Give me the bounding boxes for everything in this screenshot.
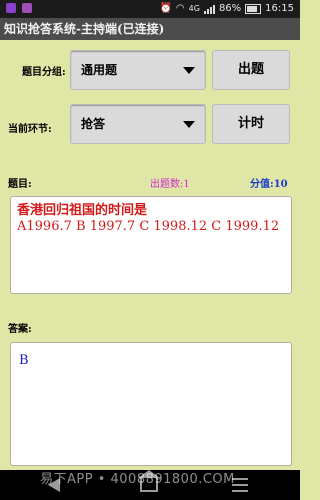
question-panel: 香港回归祖国的时间是 A1996.7 B 1997.7 C 1998.12 C …	[10, 196, 292, 294]
chevron-down-icon	[183, 67, 195, 74]
stage-label: 当前环节:	[8, 124, 52, 135]
battery-icon	[245, 3, 262, 14]
answer-panel: B	[10, 342, 292, 466]
question-text: 香港回归祖国的时间是 A1996.7 B 1997.7 C 1998.12 C …	[17, 203, 282, 235]
notification-icons	[6, 3, 32, 13]
score-value: 分值:10	[250, 179, 288, 190]
group-select-value: 通用题	[81, 63, 118, 77]
timer-button[interactable]: 计时	[212, 104, 290, 144]
app-title-bar: 知识抢答系统-主持端(已连接)	[0, 18, 300, 40]
publish-question-button[interactable]: 出题	[212, 50, 290, 90]
question-count: 出题数:1	[150, 179, 190, 190]
clock: 16:15	[265, 3, 294, 14]
answer-label: 答案:	[8, 324, 32, 335]
alarm-icon: ⏰	[159, 3, 172, 14]
wifi-icon: ◠	[175, 3, 185, 14]
chevron-down-icon	[183, 121, 195, 128]
network-type: 4G	[188, 4, 200, 13]
question-title: 香港回归祖国的时间是	[17, 203, 148, 218]
question-options: A1996.7 B 1997.7 C 1998.12 C 1999.12	[17, 219, 280, 234]
group-label: 题目分组:	[22, 67, 66, 78]
notification-app-icon	[6, 3, 16, 13]
stage-select[interactable]: 抢答	[70, 104, 206, 144]
answer-text: B	[19, 353, 29, 368]
notification-app-icon	[22, 3, 32, 13]
stage-select-value: 抢答	[81, 117, 106, 131]
watermark: 易下APP • 4008891800.COM	[40, 472, 235, 487]
battery-percent: 86%	[218, 3, 242, 14]
status-indicators: ⏰ ◠ 4G 86% 16:15	[159, 3, 294, 14]
group-select[interactable]: 通用题	[70, 50, 206, 90]
signal-icon	[203, 4, 215, 14]
question-label: 题目:	[8, 179, 32, 190]
status-bar: ⏰ ◠ 4G 86% 16:15	[0, 0, 300, 18]
